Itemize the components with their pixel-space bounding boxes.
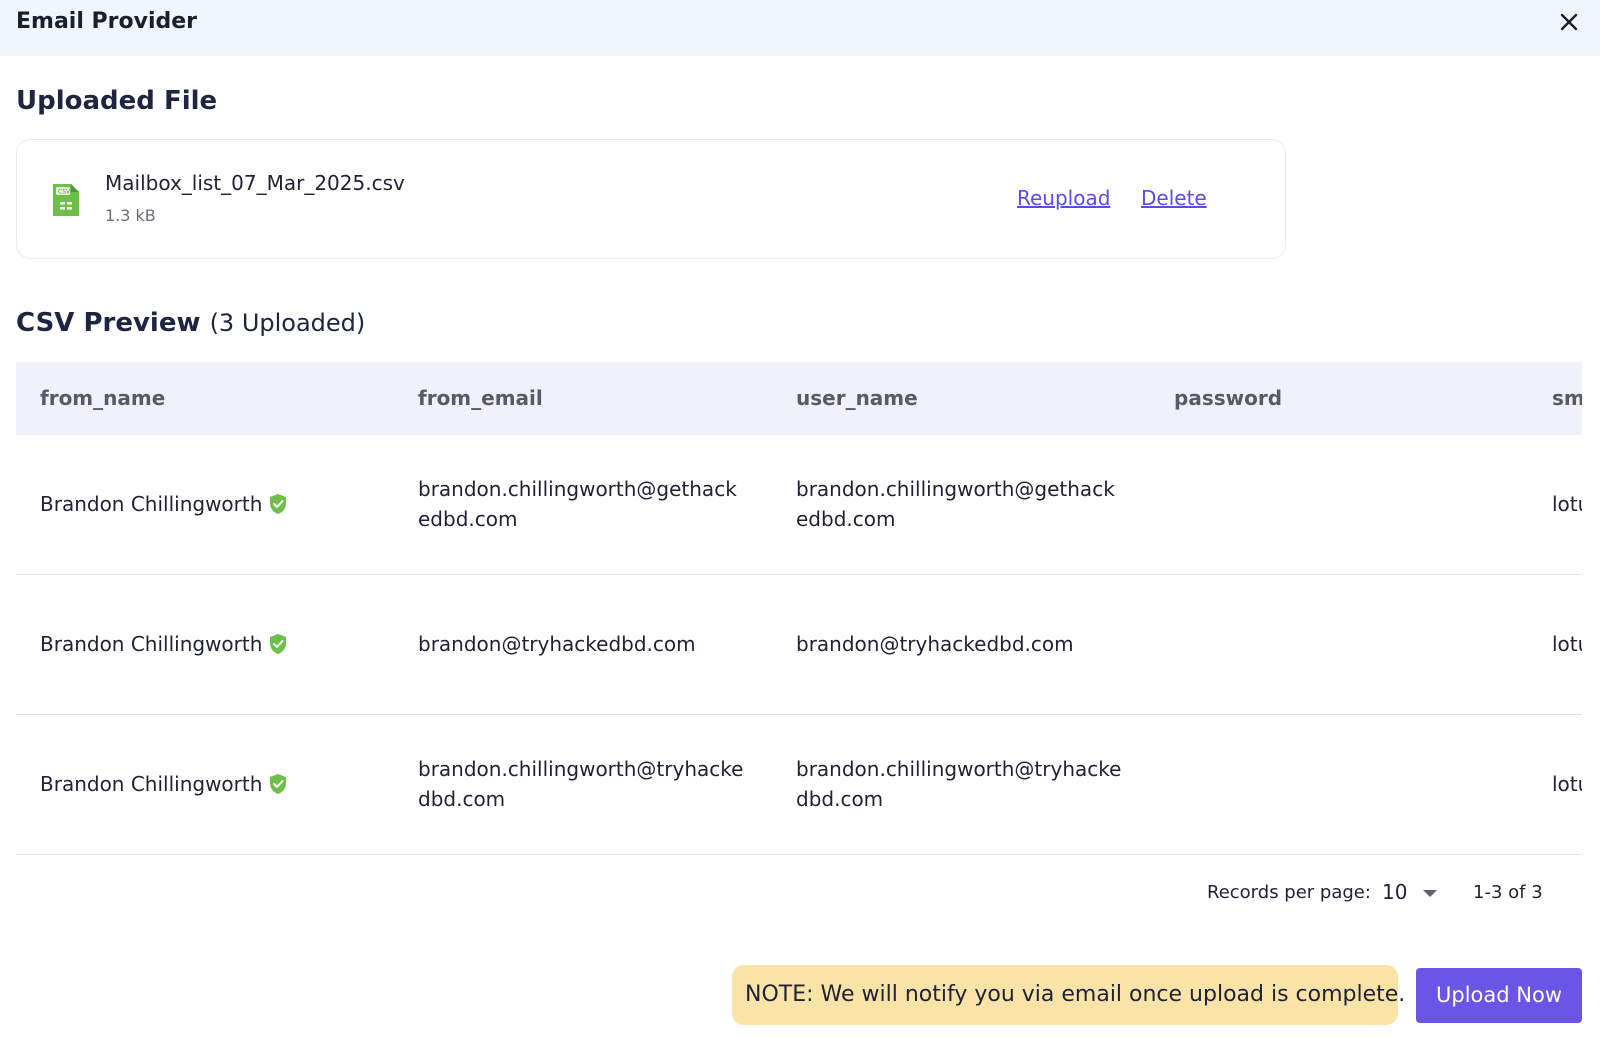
csv-file-icon: CSV: [53, 184, 79, 216]
upload-now-button[interactable]: Upload Now: [1416, 968, 1582, 1023]
from-name-cell: Brandon Chillingworth: [40, 629, 288, 659]
column-header-password: password: [1174, 386, 1283, 410]
records-per-page-select[interactable]: 10: [1382, 878, 1446, 908]
column-header-user-name: user_name: [796, 386, 918, 410]
verified-shield-icon: [270, 494, 287, 514]
table-row: Brandon Chillingworth brandon.chillingwo…: [16, 715, 1582, 855]
from-name-cell: Brandon Chillingworth: [40, 769, 288, 799]
csv-preview-title: CSV Preview: [16, 308, 201, 338]
smtp-cell: lotu: [1552, 632, 1582, 656]
uploaded-file-card: CSV Mailbox_list_07_Mar_2025.csv 1.3 kB …: [16, 139, 1286, 259]
smtp-cell: lotu: [1552, 492, 1582, 516]
from-email-cell: brandon.chillingworth@gethackedbd.com: [418, 477, 737, 531]
verified-shield-icon: [270, 774, 287, 794]
records-per-page-value: 10: [1382, 880, 1408, 904]
table-row: Brandon Chillingworth brandon.chillingwo…: [16, 435, 1582, 575]
column-header-from-name: from_name: [40, 386, 166, 410]
records-per-page-label: Records per page:: [1207, 882, 1371, 903]
from-name-text: Brandon Chillingworth: [40, 772, 263, 796]
delete-link[interactable]: Delete: [1141, 186, 1207, 210]
user-name-cell: brandon.chillingworth@tryhackedbd.com: [796, 757, 1122, 811]
smtp-cell: lotu: [1552, 772, 1582, 796]
dropdown-arrow-icon: [1423, 890, 1437, 897]
file-size: 1.3 kB: [105, 206, 156, 225]
dialog-title: Email Provider: [16, 9, 198, 34]
svg-text:CSV: CSV: [58, 189, 71, 196]
from-name-text: Brandon Chillingworth: [40, 492, 263, 516]
from-email-cell: brandon.chillingworth@tryhackedbd.com: [418, 757, 744, 811]
table-header: from_name from_email user_name password …: [16, 362, 1582, 435]
csv-preview-heading: CSV Preview (3 Uploaded): [16, 308, 365, 338]
dialog-header: Email Provider: [0, 0, 1600, 56]
close-icon: [1560, 13, 1578, 31]
pagination-range: 1-3 of 3: [1473, 882, 1543, 903]
from-name-cell: Brandon Chillingworth: [40, 489, 288, 519]
from-email-cell: brandon@tryhackedbd.com: [418, 632, 696, 656]
column-header-smtp: sm: [1552, 386, 1582, 410]
from-name-text: Brandon Chillingworth: [40, 632, 263, 656]
uploaded-file-heading: Uploaded File: [16, 86, 218, 116]
user-name-cell: brandon.chillingworth@gethackedbd.com: [796, 477, 1115, 531]
csv-preview-table: from_name from_email user_name password …: [16, 362, 1582, 856]
file-name: Mailbox_list_07_Mar_2025.csv: [105, 171, 405, 195]
close-button[interactable]: [1556, 9, 1582, 35]
upload-notice: NOTE: We will notify you via email once …: [732, 965, 1405, 1025]
column-header-from-email: from_email: [418, 386, 543, 410]
table-row: Brandon Chillingworth brandon@tryhackedb…: [16, 575, 1582, 715]
reupload-link[interactable]: Reupload: [1017, 186, 1110, 210]
upload-count: (3 Uploaded): [209, 309, 366, 337]
verified-shield-icon: [270, 634, 287, 654]
user-name-cell: brandon@tryhackedbd.com: [796, 632, 1074, 656]
